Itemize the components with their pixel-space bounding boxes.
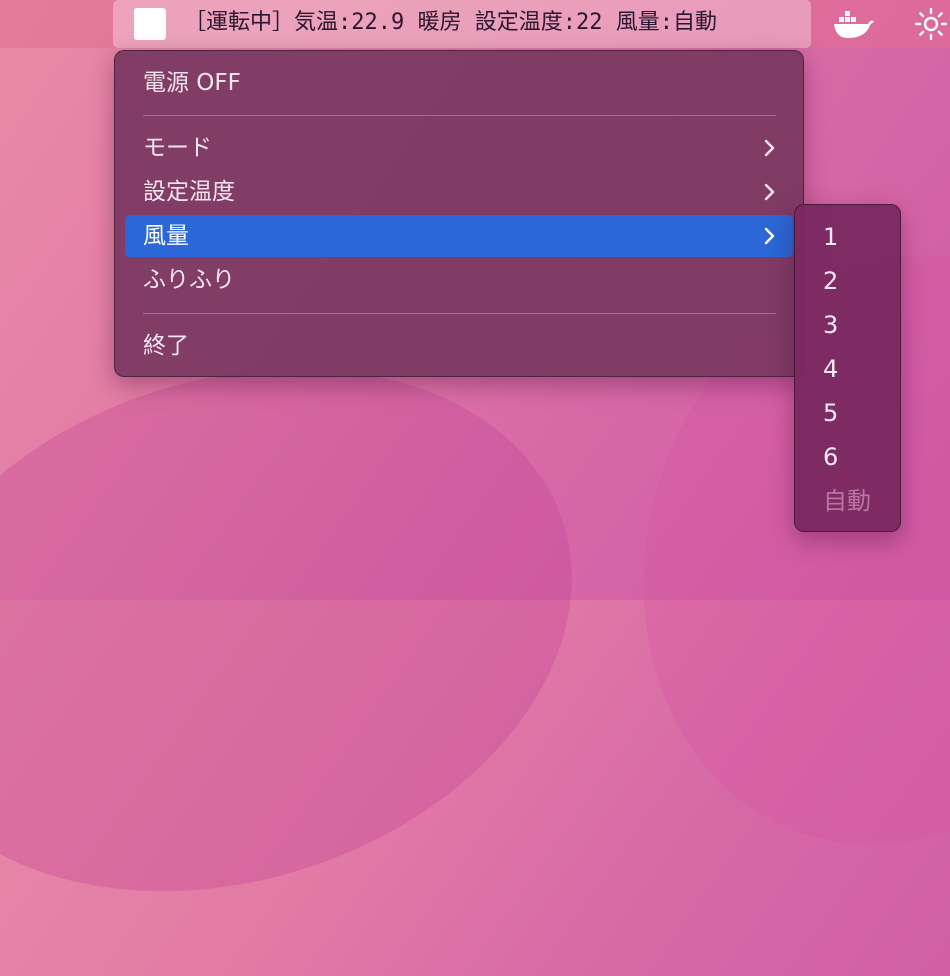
submenu-item-label: 1 [823,223,839,251]
chevron-right-icon [764,139,775,157]
menu-item-mode[interactable]: モード [125,127,793,169]
menu-item-power-off[interactable]: 電源 OFF [125,62,793,104]
menu-item-swing[interactable]: ふりふり [125,259,793,301]
submenu-item-label: 2 [823,267,839,295]
submenu-item-fan-6[interactable]: 6 [803,435,893,479]
submenu-item-label: 自動 [823,487,871,515]
menu-separator [143,313,776,314]
menu-bar: ［運転中］気温:22.9 暖房 設定温度:22 風量:自動 [0,0,950,48]
docker-icon[interactable] [831,8,875,40]
menu-item-quit[interactable]: 終了 [125,325,793,367]
app-status-icon[interactable] [134,8,166,40]
fan-speed-submenu: 1 2 3 4 5 6 自動 [794,204,901,532]
submenu-item-fan-3[interactable]: 3 [803,303,893,347]
menu-item-label: 電源 OFF [143,70,241,96]
submenu-item-fan-1[interactable]: 1 [803,215,893,259]
submenu-item-label: 5 [823,399,839,427]
menu-item-set-temperature[interactable]: 設定温度 [125,171,793,213]
status-text[interactable]: ［運転中］気温:22.9 暖房 設定温度:22 風量:自動 [184,0,717,48]
menu-item-label: モード [143,135,212,161]
submenu-item-fan-auto: 自動 [803,479,893,523]
wallpaper-shape [0,284,641,976]
menu-item-label: ふりふり [143,267,235,293]
submenu-item-fan-2[interactable]: 2 [803,259,893,303]
menu-item-label: 風量 [143,223,189,249]
brightness-icon[interactable] [913,6,949,42]
submenu-item-fan-4[interactable]: 4 [803,347,893,391]
dropdown-menu: 電源 OFF モード 設定温度 風量 ふりふり 終了 [114,50,804,377]
menu-item-fan-speed[interactable]: 風量 [125,215,793,257]
menu-separator [143,115,776,116]
submenu-item-label: 6 [823,443,839,471]
submenu-item-label: 3 [823,311,839,339]
submenu-item-label: 4 [823,355,839,383]
submenu-item-fan-5[interactable]: 5 [803,391,893,435]
menu-item-label: 終了 [143,333,189,359]
chevron-right-icon [764,183,775,201]
menu-item-label: 設定温度 [143,179,235,205]
chevron-right-icon [764,227,775,245]
